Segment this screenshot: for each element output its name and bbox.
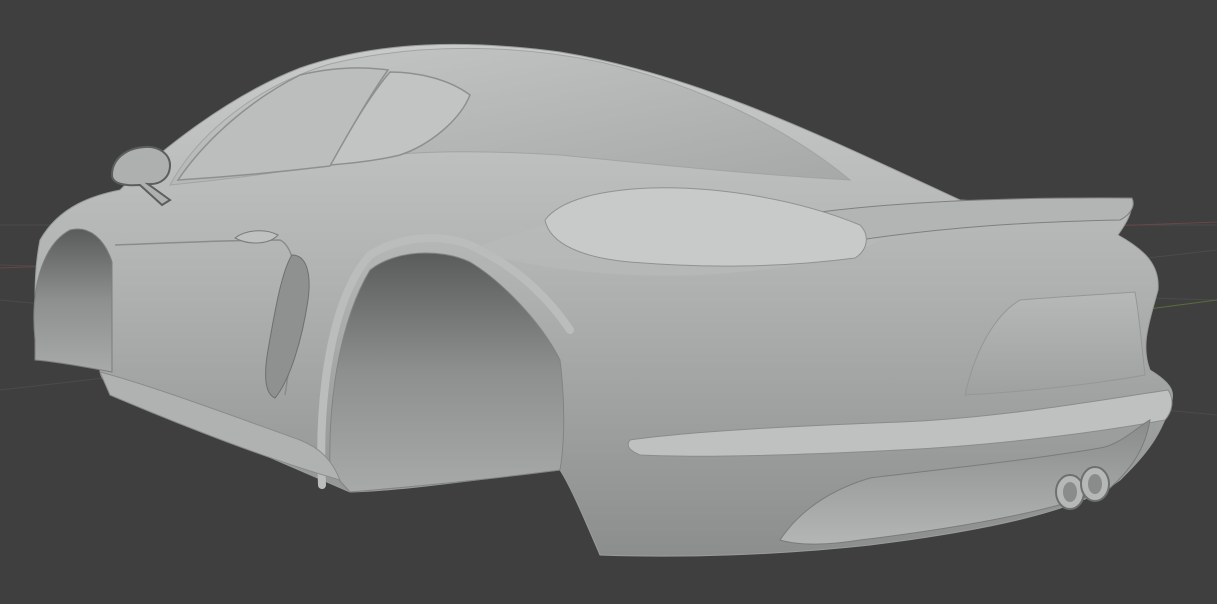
3d-viewport[interactable] <box>0 0 1217 604</box>
car-model[interactable] <box>33 43 1173 557</box>
viewport-canvas[interactable] <box>0 0 1217 604</box>
